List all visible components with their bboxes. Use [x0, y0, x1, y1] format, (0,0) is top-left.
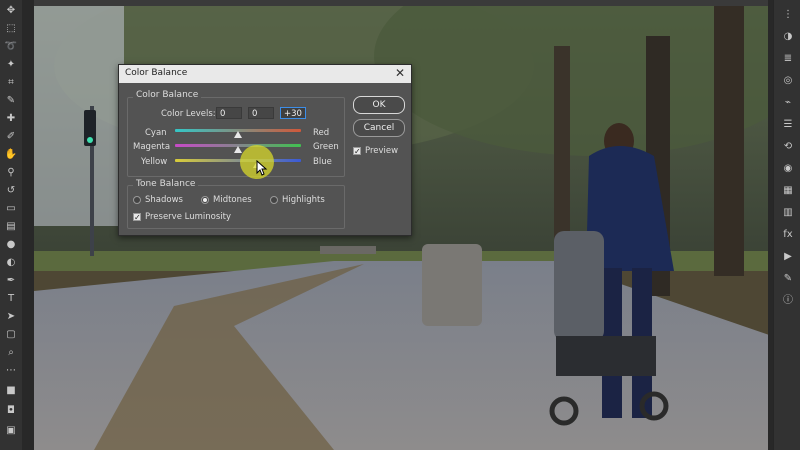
panels-dock: ⋮ ◑ ≣ ◎ ⌁ ☰ ⟲ ◉ ▦ ▥ fx ▶ ✎ ⓘ [773, 0, 800, 450]
preview-label: Preview [365, 146, 399, 156]
actions-icon[interactable]: ▶ [780, 250, 796, 264]
foreground-color-icon[interactable]: ■ [3, 384, 19, 398]
paths-icon[interactable]: ⌁ [780, 96, 796, 110]
cyan-red-level-input[interactable]: 0 [216, 107, 242, 119]
channels-icon[interactable]: ◎ [780, 74, 796, 88]
red-label: Red [313, 128, 330, 138]
highlights-label: Highlights [282, 195, 325, 205]
highlights-radio[interactable] [270, 196, 278, 204]
magenta-green-level-input[interactable]: 0 [248, 107, 274, 119]
preserve-luminosity-checkbox[interactable]: ✓ [133, 213, 141, 222]
preserve-luminosity-label: Preserve Luminosity [145, 212, 231, 222]
shadows-label: Shadows [145, 195, 183, 205]
blue-label: Blue [313, 157, 332, 167]
yellow-blue-level-input[interactable]: +30 [280, 107, 306, 119]
crop-icon[interactable]: ⌗ [3, 76, 19, 90]
color-levels-label: Color Levels: [161, 109, 216, 119]
layers-icon[interactable]: ≣ [780, 52, 796, 66]
dodge-icon[interactable]: ◐ [3, 256, 19, 270]
cyan-label: Cyan [145, 128, 167, 138]
shadows-radio[interactable] [133, 196, 141, 204]
canvas-margin [22, 0, 34, 450]
eraser-icon[interactable]: ▭ [3, 202, 19, 216]
lasso-icon[interactable]: ➰ [3, 40, 19, 54]
more-tools-icon[interactable]: ⋯ [3, 364, 19, 378]
magic-wand-icon[interactable]: ✦ [3, 58, 19, 72]
ok-button[interactable]: OK [353, 96, 405, 114]
tone-balance-group [127, 185, 345, 229]
green-label: Green [313, 142, 339, 152]
marquee-icon[interactable]: ⬚ [3, 22, 19, 36]
adjustments-icon[interactable]: ◑ [780, 30, 796, 44]
midtones-label: Midtones [213, 195, 252, 205]
screen-mode-icon[interactable]: ▣ [3, 424, 19, 438]
magenta-label: Magenta [133, 142, 171, 152]
eyedropper-icon[interactable]: ✎ [3, 94, 19, 108]
history-icon[interactable]: ⟲ [780, 140, 796, 154]
brush-icon[interactable]: ✐ [3, 130, 19, 144]
zoom-icon[interactable]: ⌕ [3, 346, 19, 360]
tools-panel: ✥ ⬚ ➰ ✦ ⌗ ✎ ✚ ✐ ✋ ⚲ ↺ ▭ ▤ ● ◐ ✒ T ➤ ▢ ⌕ … [0, 0, 23, 450]
history-brush-icon[interactable]: ↺ [3, 184, 19, 198]
cyan-red-slider-thumb[interactable] [234, 131, 242, 138]
yellow-label: Yellow [141, 157, 168, 167]
dialog-titlebar[interactable]: Color Balance ✕ [119, 65, 411, 83]
preview-checkbox[interactable]: ✓ [353, 147, 361, 156]
path-select-icon[interactable]: ➤ [3, 310, 19, 324]
gradient-icon[interactable]: ▤ [3, 220, 19, 234]
stamp-icon[interactable]: ⚲ [3, 166, 19, 180]
hand-icon[interactable]: ✋ [3, 148, 19, 162]
pen-icon[interactable]: ✒ [3, 274, 19, 288]
color-icon[interactable]: ◉ [780, 162, 796, 176]
shape-icon[interactable]: ▢ [3, 328, 19, 342]
libraries-icon[interactable]: ▥ [780, 206, 796, 220]
dialog-title: Color Balance [125, 68, 188, 78]
color-balance-group-label: Color Balance [133, 90, 202, 100]
close-icon[interactable]: ✕ [395, 66, 405, 80]
tone-balance-group-label: Tone Balance [133, 179, 199, 189]
styles-icon[interactable]: fx [780, 228, 796, 242]
midtones-radio[interactable] [201, 196, 209, 204]
magenta-green-slider-thumb[interactable] [234, 146, 242, 153]
move-icon[interactable]: ✥ [3, 4, 19, 18]
info-icon[interactable]: ⓘ [780, 294, 796, 308]
cancel-button[interactable]: Cancel [353, 119, 405, 137]
quick-mask-icon[interactable]: ◘ [3, 404, 19, 418]
brushes-icon[interactable]: ✎ [780, 272, 796, 286]
type-icon[interactable]: T [3, 292, 19, 306]
swatches-icon[interactable]: ▦ [780, 184, 796, 198]
blur-icon[interactable]: ● [3, 238, 19, 252]
yellow-blue-slider[interactable] [175, 159, 301, 162]
panel-icon[interactable]: ⋮ [780, 8, 796, 22]
properties-icon[interactable]: ☰ [780, 118, 796, 132]
mouse-pointer-icon [256, 160, 268, 176]
healing-icon[interactable]: ✚ [3, 112, 19, 126]
